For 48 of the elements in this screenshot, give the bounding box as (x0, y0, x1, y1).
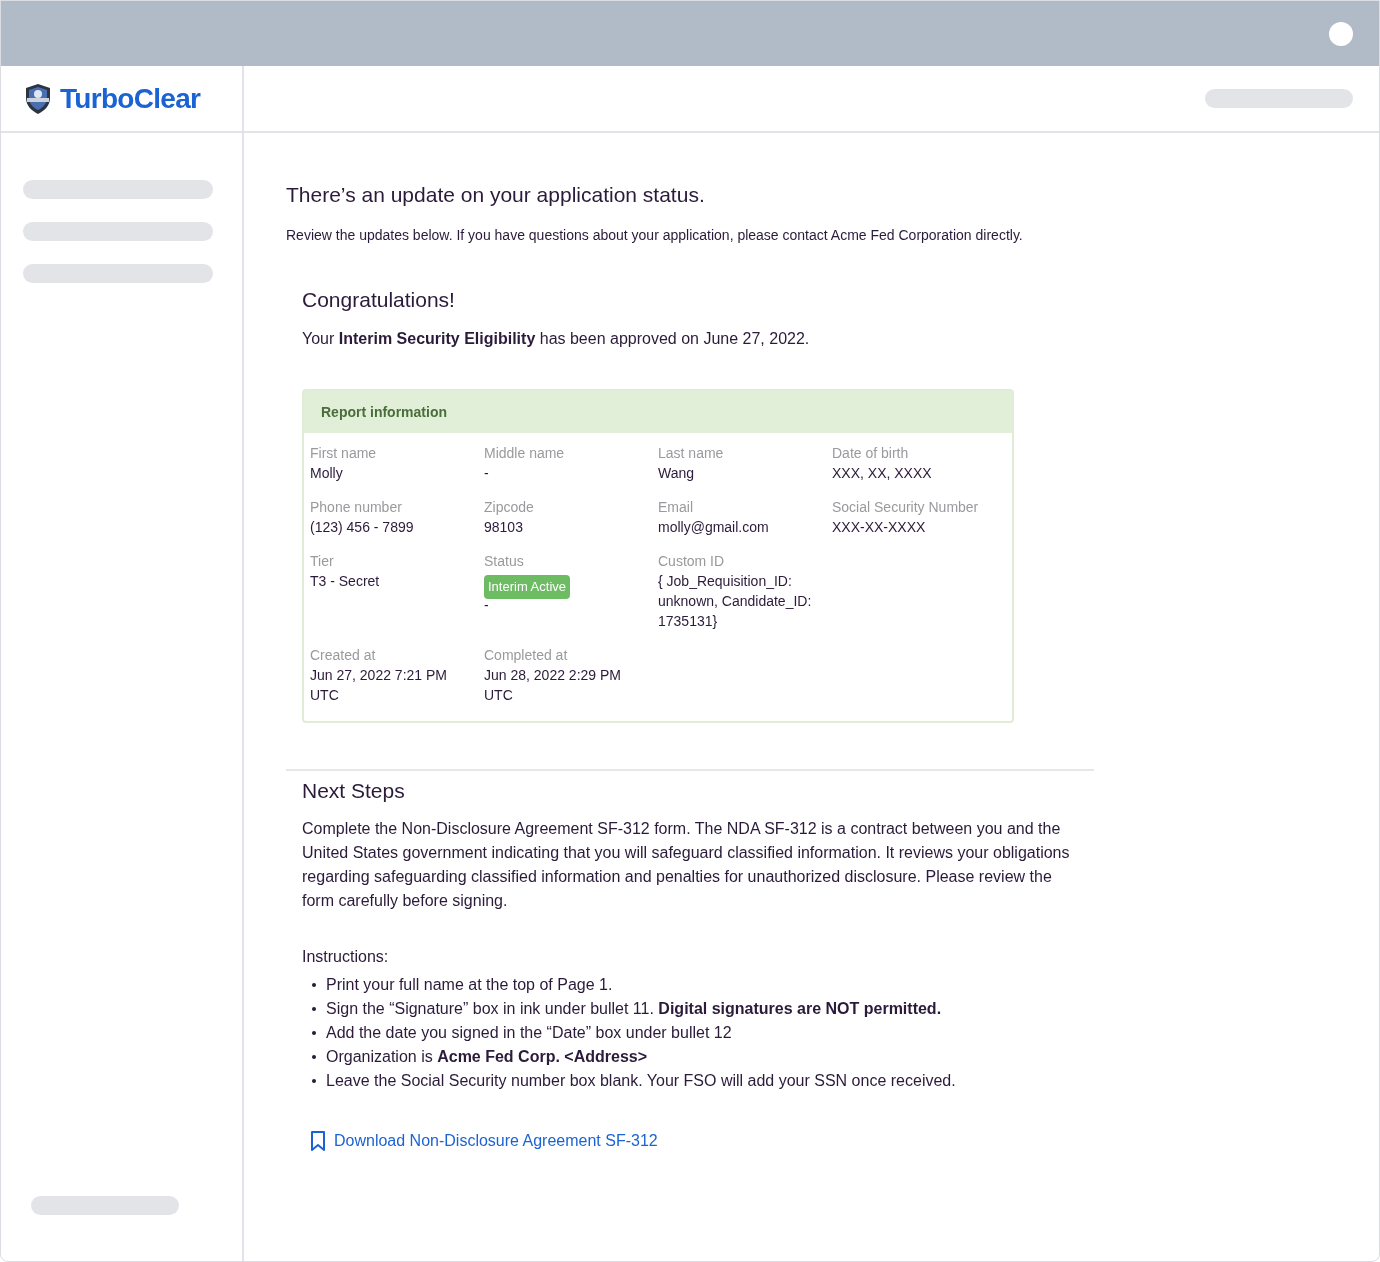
field-value: XXX-XX-XXXX (832, 518, 927, 537)
field-label: Created at (310, 646, 377, 665)
field-label: Last name (658, 444, 725, 463)
instruction-text: Print your full name at the top of Page 1. (326, 974, 613, 995)
field-label: Custom ID (658, 552, 726, 571)
field-label: Tier (310, 552, 335, 571)
intro-text: Review the updates below. If you have questions about your application, please contact Acme Fed Corporation directly. (286, 225, 1024, 245)
bookmark-icon (310, 1130, 326, 1151)
bullet-icon (312, 1078, 316, 1083)
congrats-heading: Congratulations! (302, 286, 456, 313)
bullet-icon (312, 1054, 316, 1059)
field-label: Status (484, 552, 525, 571)
bullet-icon (312, 982, 316, 987)
download-link[interactable]: Download Non-Disclosure Agreement SF-312 (310, 1128, 658, 1153)
field-value: - (484, 464, 490, 483)
field-value: Jun 27, 2022 7:21 PM UTC (310, 666, 448, 705)
instruction-text: Add the date you signed in the “Date” box under bullet 12 (326, 1022, 732, 1043)
field-value: 98103 (484, 518, 524, 537)
field-label: Date of birth (832, 444, 910, 463)
field-value: XXX, XX, XXXX (832, 464, 933, 483)
description-text: Complete the Non-Disclosure Agreement SF-312 form. The NDA SF-312 is a contract between you and the United States government indicating that you will safeguard classified information. It reviews your obligations regarding safeguarding classified information and penalties for unauthorized disclosure. Please review the form carefully before signing. (302, 818, 1071, 911)
field-label: Email (658, 498, 694, 517)
instruction-text: Leave the Social Security number box blank. Your FSO will add your SSN once received. (326, 1070, 956, 1091)
field-value: (123) 456 - 7899 (310, 518, 415, 537)
field-value: Wang (658, 464, 696, 483)
section-heading: Next Steps (302, 778, 406, 804)
field-label: Social Security Number (832, 498, 980, 517)
field-value: T3 - Secret (310, 572, 381, 591)
field-label: Middle name (484, 444, 566, 463)
field-label: Phone number (310, 498, 403, 517)
field-value: molly@gmail.com (658, 518, 770, 537)
shield-logo-icon (24, 82, 52, 115)
instructions-heading: Instructions: (302, 946, 390, 967)
field-value: { Job_Requisition_ID: unknown, Candidate_ID: 1735131} (658, 572, 813, 631)
bullet-icon (312, 1030, 316, 1035)
instruction-text: Organization is Acme Fed Corp. <Address> (326, 1046, 647, 1067)
field-label: First name (310, 444, 378, 463)
field-value: Jun 28, 2022 2:29 PM UTC (484, 666, 622, 705)
bullet-icon (312, 1006, 316, 1011)
report-header: Report information (304, 391, 1012, 433)
status-badge: Interim Active (484, 575, 571, 599)
field-value: Molly (310, 464, 344, 483)
field-label: Zipcode (484, 498, 535, 517)
page-heading: There’s an update on your application status. (286, 182, 706, 208)
field-label: Completed at (484, 646, 569, 665)
brand-name[interactable]: TurboClear (60, 77, 201, 120)
approval-message: Your Interim Security Eligibility has been approved on June 27, 2022. (302, 329, 811, 349)
instruction-text: Sign the “Signature” box in ink under bullet 11. Digital signatures are NOT permitted. (326, 998, 942, 1019)
